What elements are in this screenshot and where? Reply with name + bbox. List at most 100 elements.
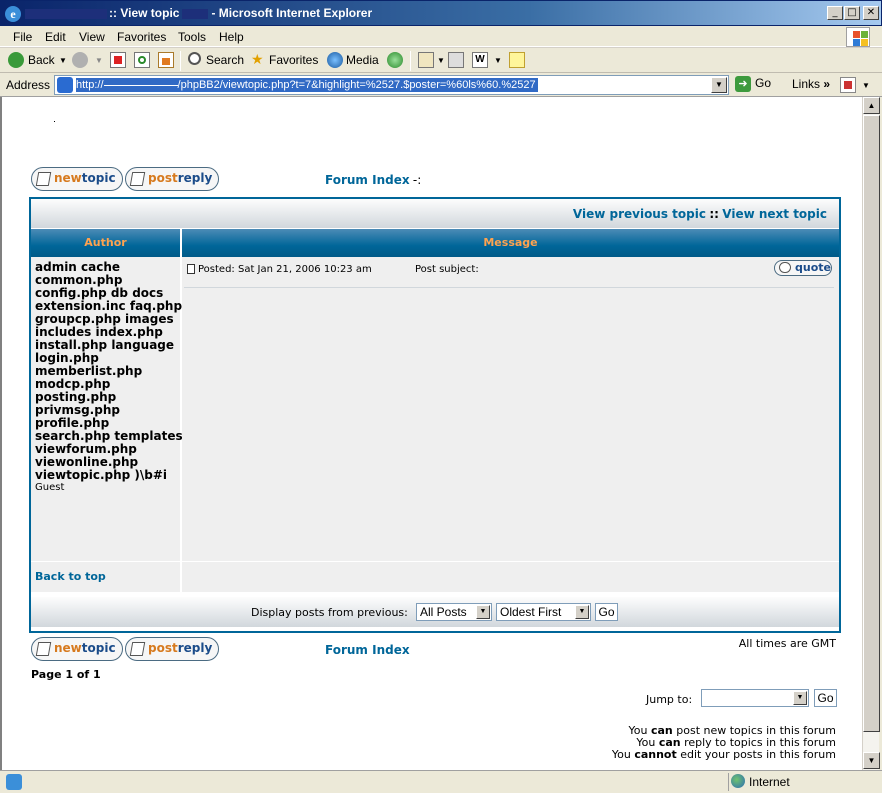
refresh-icon[interactable]	[134, 52, 150, 68]
menu-edit[interactable]: Edit	[45, 30, 66, 44]
pen-icon	[35, 642, 52, 656]
page-count: Page 1 of 1	[31, 668, 101, 681]
back-to-top-cell: Back to top	[31, 562, 181, 592]
author-name: admin cache common.php config.php db doc…	[35, 260, 183, 482]
logo-quadrant-green	[861, 31, 868, 38]
forward-dropdown-icon[interactable]: ▼	[95, 56, 103, 65]
browser-viewport: newtopic postreply Forum Index -: View p…	[0, 97, 862, 770]
close-button[interactable]: ✕	[863, 6, 879, 20]
media-icon[interactable]	[327, 52, 343, 68]
mail-icon[interactable]	[418, 52, 434, 68]
go-arrow-icon: ➜	[735, 76, 751, 92]
edit-word-icon[interactable]: W	[472, 52, 488, 68]
days-select[interactable]: All Posts ▼	[416, 603, 492, 621]
author-header: Author	[31, 229, 181, 257]
divider	[184, 287, 834, 288]
search-button[interactable]: Search	[206, 53, 244, 67]
menu-favorites[interactable]: Favorites	[117, 30, 166, 44]
links-toolbar[interactable]: Links »	[792, 77, 830, 91]
post-subject: Post subject:	[415, 264, 479, 275]
logo-quadrant-blue	[853, 39, 860, 46]
forum-index-link-bottom[interactable]: Forum Index	[325, 643, 410, 657]
favorites-button[interactable]: Favorites	[269, 53, 318, 67]
message-header: Message	[182, 229, 839, 257]
favorites-star-icon[interactable]: ★	[251, 51, 264, 68]
posted-date: Posted: Sat Jan 21, 2006 10:23 am	[198, 264, 372, 275]
zone-label: Internet	[749, 775, 790, 789]
forum-index-link[interactable]: Forum Index	[325, 173, 410, 187]
go-button[interactable]: ➜ Go	[735, 76, 771, 92]
post-reply-button-bottom[interactable]: postreply	[125, 637, 220, 661]
pen-icon	[129, 172, 146, 186]
post-reply-button[interactable]: postreply	[125, 167, 220, 191]
back-button[interactable]: Back	[28, 53, 55, 67]
toolbar-separator	[180, 51, 181, 71]
vertical-scrollbar[interactable]: ▲ ▼	[862, 97, 880, 770]
new-topic-button[interactable]: newtopic	[31, 167, 123, 191]
history-icon[interactable]	[387, 52, 403, 68]
forward-arrow-icon[interactable]	[72, 52, 88, 68]
minimize-button[interactable]: _	[827, 6, 843, 20]
permission-line: You cannot edit your posts in this forum	[611, 748, 836, 761]
logo-quadrant-red	[853, 31, 860, 38]
menu-view[interactable]: View	[79, 30, 105, 44]
home-icon[interactable]	[158, 52, 174, 68]
maximize-button[interactable]: □	[844, 6, 860, 20]
search-icon[interactable]	[188, 52, 201, 65]
print-icon[interactable]	[448, 52, 464, 68]
address-label: Address	[6, 78, 51, 92]
order-select[interactable]: Oldest First ▼	[496, 603, 591, 621]
quote-bubble-icon	[779, 262, 791, 273]
toolbar-addon-icon[interactable]	[840, 77, 856, 93]
scroll-thumb[interactable]	[863, 115, 880, 732]
menu-bar: File Edit View Favorites Tools Help	[0, 26, 882, 47]
security-zone: Internet	[728, 773, 878, 791]
author-rank: Guest	[35, 482, 65, 493]
globe-icon	[731, 774, 745, 788]
topic-nav-row: View previous topic :: View next topic	[31, 199, 839, 229]
view-previous-topic-link[interactable]: View previous topic	[573, 207, 706, 221]
menu-tools[interactable]: Tools	[178, 30, 206, 44]
topic-nav: View previous topic :: View next topic	[572, 207, 827, 221]
post-footer-row: Back to top	[31, 561, 839, 592]
jump-to-select[interactable]: ▼	[701, 689, 809, 707]
stop-icon[interactable]	[110, 52, 126, 68]
chevron-right-icon[interactable]: »	[823, 77, 830, 91]
toolbar-separator	[410, 51, 411, 71]
back-to-top-link[interactable]: Back to top	[35, 570, 106, 583]
topic-table: View previous topic :: View next topic A…	[29, 197, 841, 633]
page-status-icon	[6, 774, 22, 790]
standard-toolbar: Back ▼ ▼ Search ★ Favorites Media ▼ W ▼	[0, 47, 882, 73]
pen-icon	[35, 172, 52, 186]
logo-quadrant-yellow	[861, 39, 868, 46]
back-arrow-icon[interactable]	[8, 52, 24, 68]
scroll-up-icon[interactable]: ▲	[863, 97, 880, 114]
title-bar: e :: View topic - Microsoft Internet Expl…	[0, 0, 882, 26]
new-topic-button-bottom[interactable]: newtopic	[31, 637, 123, 661]
post-icon[interactable]	[187, 264, 195, 274]
display-posts-label: Display posts from previous:	[251, 606, 408, 619]
view-next-topic-link[interactable]: View next topic	[722, 207, 827, 221]
windows-logo-icon	[846, 27, 870, 47]
menu-help[interactable]: Help	[219, 30, 244, 44]
addon-dropdown-icon[interactable]: ▼	[862, 81, 870, 90]
menu-file[interactable]: File	[13, 30, 32, 44]
filter-go-button[interactable]: Go	[595, 603, 618, 621]
jump-go-button[interactable]: Go	[814, 689, 837, 707]
edit-dropdown-icon[interactable]: ▼	[494, 56, 502, 65]
back-dropdown-icon[interactable]: ▼	[59, 56, 67, 65]
redacted-block	[25, 8, 107, 19]
mail-dropdown-icon[interactable]: ▼	[437, 56, 445, 65]
messenger-note-icon[interactable]	[509, 52, 525, 68]
page-icon	[57, 77, 73, 93]
address-url[interactable]: http:///phpBB2/viewtopic.php?t=7&highlig…	[76, 78, 538, 92]
breadcrumb: Forum Index -:	[325, 173, 422, 187]
address-input[interactable]: http:///phpBB2/viewtopic.php?t=7&highlig…	[54, 75, 729, 95]
quote-button[interactable]: quote	[774, 260, 832, 276]
display-filter-row: Display posts from previous: All Posts ▼ …	[31, 597, 839, 627]
address-dropdown-icon[interactable]: ▼	[711, 77, 727, 93]
redacted-block	[182, 8, 209, 19]
media-button[interactable]: Media	[346, 53, 379, 67]
scroll-down-icon[interactable]: ▼	[863, 752, 880, 769]
status-bar: Internet	[0, 770, 882, 793]
